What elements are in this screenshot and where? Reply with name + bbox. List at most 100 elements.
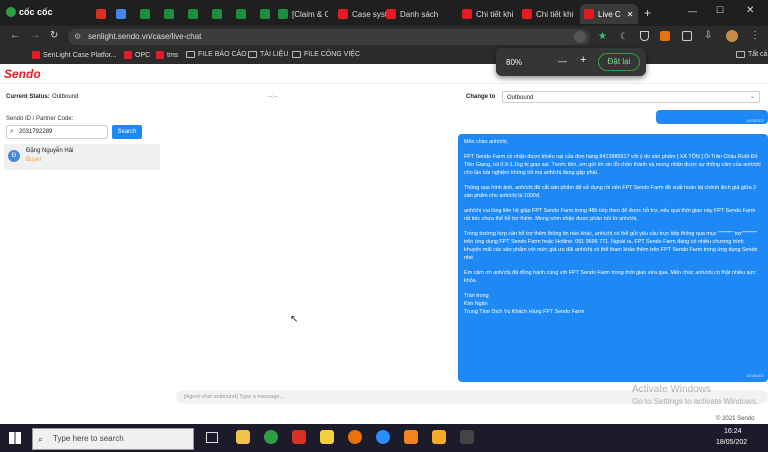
tab-sheets-2[interactable] (136, 4, 152, 24)
close-window-icon[interactable]: ✕ (746, 5, 754, 16)
previous-message-bubble: 18/05/202 (656, 110, 768, 124)
taskbar-search-input[interactable]: ⌕ Type here to search (32, 428, 194, 450)
tab-chi-tiet-1[interactable]: Chi tiết khi (458, 4, 514, 24)
sendo-icon (156, 51, 164, 59)
folder-icon (248, 51, 257, 58)
new-tab-button[interactable]: + (644, 6, 651, 20)
tab-sheets-5[interactable] (208, 4, 224, 24)
windows-start-icon[interactable] (9, 432, 21, 444)
dark-mode-icon[interactable]: ☾ (620, 31, 628, 42)
avatar: Đ (8, 150, 20, 162)
change-to-select[interactable]: Outbound ⌄ (502, 91, 760, 103)
minimize-icon[interactable]: — (688, 6, 697, 16)
shield-icon[interactable] (640, 31, 649, 41)
download-icon[interactable]: ⇩ (704, 30, 712, 41)
extension-icon-1[interactable] (660, 31, 670, 41)
coccoc-logo-icon (6, 7, 16, 17)
sticky-notes-icon[interactable] (320, 430, 334, 444)
sendo-id-label: Sendo ID / Partner Code: (6, 116, 74, 122)
search-icon: ⌕ (10, 128, 14, 135)
blue-app-icon (116, 9, 126, 19)
maximize-icon[interactable]: ☐ (716, 5, 724, 16)
tab-sheets-7[interactable] (256, 4, 272, 24)
zoom-in-button[interactable]: + (580, 54, 586, 66)
bookmark-tms[interactable]: tms (156, 51, 178, 59)
zoom-out-button[interactable]: — (558, 56, 567, 66)
bookmarks-bar: SenLight Case Platfor... OPC tms FILE BÁ… (0, 48, 768, 64)
left-panel: Sendo ID / Partner Code: ⌕ 2031792289 Se… (0, 112, 165, 412)
zoom-level: 80% (506, 58, 523, 67)
chrome-icon[interactable] (348, 430, 362, 444)
tab-chi-tiet-2[interactable]: Chi tiết khi (518, 4, 574, 24)
mouse-cursor-icon: ↖ (290, 314, 299, 325)
bookmark-file-cong-viec[interactable]: FILE CÔNG VIỆC (292, 51, 360, 58)
url-field[interactable]: ⚙ senlight.sendo.vn/case/live-chat (68, 29, 590, 45)
message-paragraph-2: Thông qua hình ảnh, anh/chị đã cắt sản p… (464, 185, 757, 199)
message-bubble: Mến chào anh/chị, FPT Sendo Farm có nhận… (458, 134, 768, 382)
close-icon[interactable]: ✕ (627, 10, 634, 19)
search-input[interactable]: ⌕ 2031792289 (6, 125, 108, 139)
tab-live-chat[interactable]: Live C ✕ (580, 4, 638, 24)
sendo-logo[interactable]: Sendo (4, 67, 41, 81)
menu-icon[interactable]: ⋮ (750, 30, 760, 41)
bookmark-file-bao-cao[interactable]: FILE BÁO CÁO (186, 51, 247, 58)
clock-date: 18/05/202 (716, 439, 748, 446)
task-view-icon[interactable] (206, 432, 218, 443)
profile-icon[interactable] (726, 30, 738, 42)
wps-office-icon[interactable] (292, 430, 306, 444)
forward-icon[interactable]: → (30, 30, 40, 41)
app-icon-dark[interactable] (460, 430, 474, 444)
folder-icon (186, 51, 195, 58)
sheets-icon (140, 9, 150, 19)
tab-sheets-1[interactable] (112, 4, 128, 24)
app-icon-triangle[interactable] (432, 430, 446, 444)
zoom-reset-button[interactable]: Đặt lại (598, 53, 640, 71)
message-signature-3: Trung Tâm Dịch Vụ Khách Hàng FPT Sendo F… (464, 309, 585, 315)
app-icon-orange[interactable] (404, 430, 418, 444)
message-time: 18/05/202 (746, 373, 764, 378)
sheets-icon (260, 9, 270, 19)
activate-windows-watermark: Activate Windows Go to Settings to activ… (632, 384, 759, 406)
coccoc-browser-icon[interactable] (264, 430, 278, 444)
bookmark-all[interactable]: Tất cả (736, 51, 767, 58)
tab-gmail[interactable] (92, 4, 108, 24)
tab-case-system[interactable]: Case syste (334, 4, 388, 24)
folder-icon (736, 51, 745, 58)
tab-sheets-3[interactable] (160, 4, 176, 24)
search-icon: ⌕ (38, 434, 44, 444)
clock-time: 16:24 (724, 428, 742, 435)
current-status-label: Current Status: (6, 94, 50, 100)
bookmark-star-icon[interactable]: ★ (598, 31, 607, 42)
sheets-icon (164, 9, 174, 19)
extension-icon-2[interactable] (682, 31, 692, 41)
app-content: Sendo Current Status: Outbound --:-- Cha… (0, 64, 768, 424)
zoom-icon[interactable] (574, 31, 586, 43)
conversation-item[interactable]: Đ Đặng Nguyễn Hải Buyer (4, 144, 160, 170)
conversation-role: Buyer (26, 157, 42, 163)
back-icon[interactable]: ← (10, 30, 20, 41)
message-greeting: Mến chào anh/chị, (464, 139, 509, 145)
tab-sheets-6[interactable] (232, 4, 248, 24)
status-timer: --:-- (268, 94, 278, 100)
message-paragraph-3: anh/chị vui lòng liên hệ giúp FPT Sendo … (464, 208, 756, 222)
chat-area: 18/05/202 Mến chào anh/chị, FPT Sendo Fa… (172, 104, 768, 404)
tab-sheets-4[interactable] (184, 4, 200, 24)
browser-logo[interactable]: cốc cốc (6, 7, 53, 17)
chevron-down-icon: ⌄ (749, 94, 755, 100)
zoom-app-icon[interactable] (376, 430, 390, 444)
message-time: 18/05/202 (746, 118, 764, 123)
bookmark-senlight[interactable]: SenLight Case Platfor... (32, 51, 117, 59)
site-info-icon[interactable]: ⚙ (74, 29, 81, 45)
search-button[interactable]: Search (112, 125, 142, 139)
sheets-icon (188, 9, 198, 19)
tab-claim[interactable]: [Claim & C (274, 4, 328, 24)
tab-danh-sach[interactable]: Danh sách (382, 4, 442, 24)
sheets-icon (212, 9, 222, 19)
sheets-icon (236, 9, 246, 19)
message-paragraph-5: Em cảm ơn anh/chị đã đồng hành cùng với … (464, 270, 756, 284)
reload-icon[interactable]: ↻ (50, 30, 58, 41)
current-status-value: Outbound (52, 94, 79, 100)
bookmark-tai-lieu[interactable]: TÀI LIỆU (248, 51, 288, 58)
file-explorer-icon[interactable] (236, 430, 250, 444)
bookmark-opc[interactable]: OPC (124, 51, 150, 59)
